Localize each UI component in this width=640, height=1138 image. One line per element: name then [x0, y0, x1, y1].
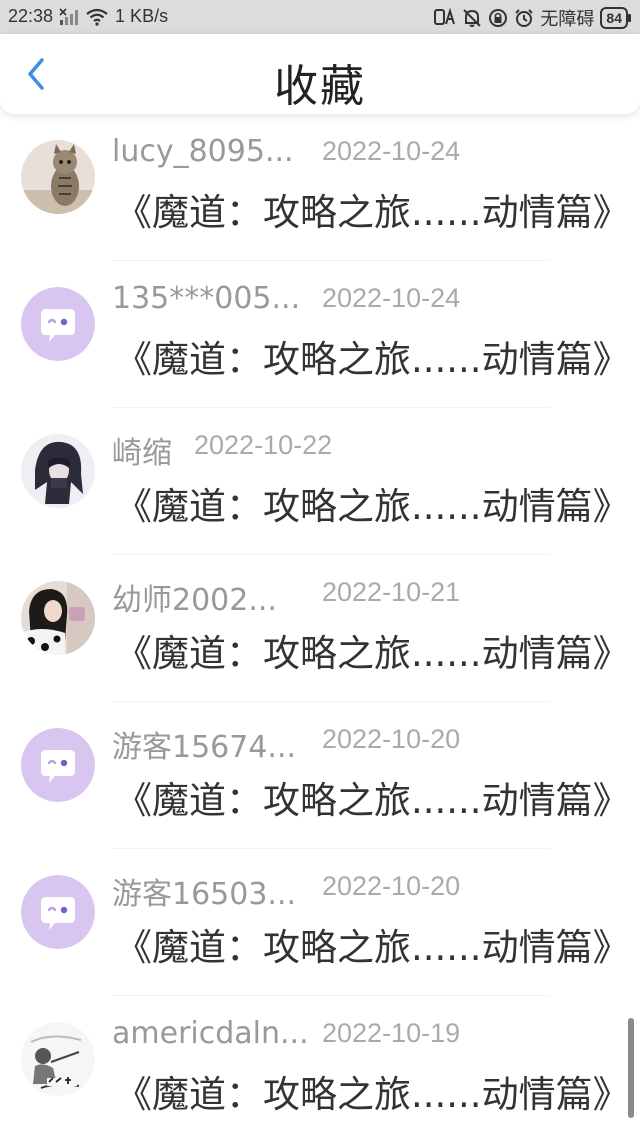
bell-muted-icon [462, 8, 482, 28]
cat-photo-image [21, 140, 95, 214]
user-name: 游客16503... [112, 877, 297, 912]
item-title: 《魔道：攻略之旅......动情篇》 [115, 779, 630, 822]
alarm-clock-icon [514, 8, 534, 28]
item-date: 2022-10-19 [322, 1018, 461, 1048]
network-speed: 1 KB/s [115, 6, 169, 26]
battery-level: 84 [606, 10, 622, 26]
status-bar: 22:38 1 KB/s 无障碍 84 [0, 0, 640, 34]
wifi-icon [85, 8, 109, 26]
default-avatar-chat-icon [21, 728, 95, 802]
lock-rotation-icon [488, 8, 508, 28]
anime-character-image [21, 434, 95, 508]
user-name: 游客15674... [112, 730, 297, 765]
sketch-photo-image [21, 1022, 95, 1096]
item-date: 2022-10-20 [322, 724, 461, 754]
item-date: 2022-10-24 [322, 136, 461, 166]
item-date: 2022-10-24 [322, 283, 461, 313]
avatar [21, 1022, 95, 1096]
item-title: 《魔道：攻略之旅......动情篇》 [115, 632, 630, 675]
list-item[interactable]: 幼师2002... 2022-10-21 《魔道：攻略之旅......动情篇》 [0, 555, 640, 702]
item-title: 《魔道：攻略之旅......动情篇》 [115, 485, 630, 528]
status-right: 无障碍 84 [434, 5, 631, 31]
item-title: 《魔道：攻略之旅......动情篇》 [115, 1073, 630, 1116]
list-item[interactable]: 游客16503... 2022-10-20 《魔道：攻略之旅......动情篇》 [0, 849, 640, 996]
list-item[interactable]: americdaln... 2022-10-19 《魔道：攻略之旅......动… [0, 996, 640, 1138]
scrollbar[interactable] [628, 1018, 634, 1118]
list-item[interactable]: 135***005... 2022-10-24 《魔道：攻略之旅......动情… [0, 261, 640, 408]
item-date: 2022-10-22 [194, 430, 333, 460]
avatar [21, 434, 95, 508]
app-notification-icon [434, 8, 456, 28]
avatar [21, 287, 95, 361]
top-nav-bar: 收藏 [0, 34, 640, 114]
page-title: 收藏 [274, 61, 366, 112]
item-date: 2022-10-20 [322, 871, 461, 901]
girl-photo-image [21, 581, 95, 655]
user-name: americdaln... [112, 1016, 309, 1051]
user-name: lucy_8095... [112, 134, 294, 169]
default-avatar-chat-icon [21, 287, 95, 361]
battery-icon: 84 [600, 7, 631, 29]
item-title: 《魔道：攻略之旅......动情篇》 [115, 926, 630, 969]
favorites-list: lucy_8095... 2022-10-24 《魔道：攻略之旅......动情… [0, 114, 640, 1138]
default-avatar-chat-icon [21, 875, 95, 949]
item-title: 《魔道：攻略之旅......动情篇》 [115, 191, 630, 234]
avatar [21, 140, 95, 214]
item-title: 《魔道：攻略之旅......动情篇》 [115, 338, 630, 381]
status-left: 22:38 1 KB/s [8, 6, 168, 27]
avatar [21, 581, 95, 655]
item-date: 2022-10-21 [322, 577, 461, 607]
list-item[interactable]: 游客15674... 2022-10-20 《魔道：攻略之旅......动情篇》 [0, 702, 640, 849]
avatar [21, 728, 95, 802]
user-name: 崎缩 [112, 436, 172, 471]
accessibility-label: 无障碍 [540, 9, 595, 29]
no-signal-icon [59, 7, 79, 26]
list-item[interactable]: lucy_8095... 2022-10-24 《魔道：攻略之旅......动情… [0, 114, 640, 261]
user-name: 幼师2002... [112, 583, 277, 618]
status-time: 22:38 [8, 6, 54, 26]
user-name: 135***005... [112, 281, 301, 316]
list-item[interactable]: 崎缩 2022-10-22 《魔道：攻略之旅......动情篇》 [0, 408, 640, 555]
avatar [21, 875, 95, 949]
